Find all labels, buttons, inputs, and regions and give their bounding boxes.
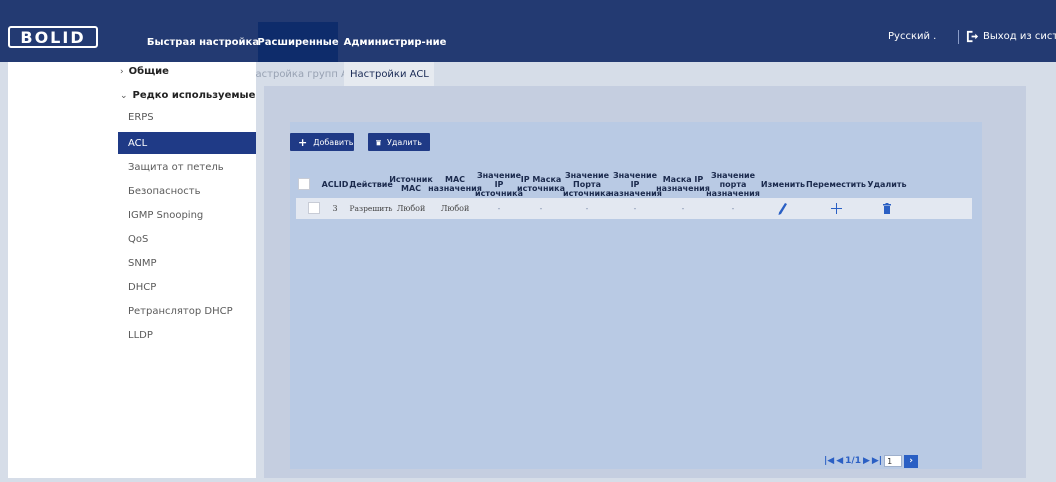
page-frame-right	[1046, 62, 1056, 482]
logout-icon	[966, 30, 979, 43]
delete-button[interactable]: Удалить	[368, 133, 430, 151]
sidebar-group-label: Редко используемые	[132, 90, 256, 101]
logout-label: Выход из систем	[983, 31, 1056, 42]
col-delete: Удалить	[867, 179, 907, 189]
col-action: Действие	[349, 179, 393, 189]
cell-src-ip: -	[497, 203, 501, 213]
last-page-icon[interactable]: ▶|	[872, 456, 882, 466]
main-content: Настройка групп ACL Настройки ACL + Доба…	[256, 62, 1046, 478]
cell-src-mac: Любой	[396, 203, 426, 213]
sidebar-item-dhcp[interactable]: DHCP	[118, 276, 256, 298]
acl-panel: + Добавить Удалить ACLID Действие Источн…	[264, 86, 1026, 478]
sidebar-item-dhcp-relay[interactable]: Ретранслятор DHCP	[118, 300, 256, 322]
col-dst-port: Значение порта назначения	[706, 170, 760, 198]
col-src-mask: IP Маска источника	[517, 175, 565, 193]
edit-button[interactable]	[758, 198, 808, 219]
top-bar: BOLID Быстрая настройка Расширенные Адми…	[0, 0, 1056, 62]
cell-dst-port: -	[731, 203, 735, 213]
tab-label: Настройка групп ACL	[256, 68, 344, 80]
col-edit: Изменить	[760, 179, 806, 189]
cell-dst-ip: -	[633, 203, 637, 213]
col-src-mac: Источник MAC	[389, 175, 433, 193]
chevron-right-icon: ›	[909, 456, 913, 466]
sidebar-item-acl[interactable]: ACL	[118, 132, 256, 154]
cell-src-mask: -	[539, 203, 543, 213]
col-dst-ip: Значение IP назначения	[608, 170, 662, 198]
sidebar-item-lldp[interactable]: LLDP	[118, 324, 256, 346]
sidebar: › Общие ⌄ Редко используемые ERPS ACL Защи…	[8, 62, 256, 478]
col-dst-mac: MAC назначения	[428, 175, 482, 193]
cell-dst-mac: Любой	[440, 203, 470, 213]
tab-acl-groups[interactable]: Настройка групп ACL	[256, 62, 344, 86]
table-row: 3 Разрешить Любой Любой - - - - - -	[296, 198, 972, 219]
col-move: Переместить	[806, 179, 866, 189]
tab-acl-settings[interactable]: Настройки ACL	[344, 62, 434, 86]
sidebar-group-general[interactable]: › Общие	[120, 66, 169, 77]
add-button-label: Добавить	[313, 137, 354, 147]
page-frame-bottom	[0, 478, 1056, 482]
cell-src-port: -	[585, 203, 589, 213]
language-select[interactable]: Русский .	[888, 31, 936, 42]
sidebar-group-rarely-used[interactable]: ⌄ Редко используемые	[120, 90, 255, 101]
page-input[interactable]: 1	[884, 455, 903, 467]
pagination: |◀ ◀ 1/1 ▶ ▶| 1 ›	[824, 454, 919, 468]
go-page-button[interactable]: ›	[904, 454, 919, 468]
chevron-down-icon: ⌄	[120, 91, 128, 101]
tab-bar: Настройка групп ACL Настройки ACL	[256, 62, 1046, 86]
chevron-right-icon: ›	[120, 67, 124, 77]
sidebar-item-igmp-snooping[interactable]: IGMP Snooping	[118, 204, 256, 226]
sidebar-item-security[interactable]: Безопасность	[118, 180, 256, 202]
col-dst-mask: Маска IP назначения	[656, 175, 710, 193]
sidebar-item-snmp[interactable]: SNMP	[118, 252, 256, 274]
col-src-ip: Значение IP источника	[475, 170, 523, 198]
move-icon	[830, 203, 842, 214]
nav-advanced[interactable]: Расширенные	[257, 22, 339, 62]
bolid-logo: BOLID	[8, 26, 98, 48]
cell-action: Разрешить	[349, 203, 393, 213]
table-header: ACLID Действие Источник MAC MAC назначен…	[296, 170, 972, 198]
delete-row-button[interactable]	[864, 198, 910, 219]
plus-icon: +	[298, 135, 308, 149]
sidebar-item-qos[interactable]: QoS	[118, 228, 256, 250]
select-all-checkbox[interactable]	[298, 178, 310, 190]
page-count: 1/1	[845, 456, 861, 466]
page-frame-left	[0, 62, 8, 482]
sidebar-item-erps[interactable]: ERPS	[118, 106, 256, 128]
prev-page-icon[interactable]: ◀	[836, 456, 843, 466]
trash-icon	[376, 139, 381, 145]
sidebar-group-label: Общие	[128, 66, 169, 77]
cell-dst-mask: -	[681, 203, 685, 213]
nav-administration[interactable]: Администрир-ние	[340, 22, 450, 62]
logout-button[interactable]: Выход из систем	[966, 30, 1056, 43]
delete-button-label: Удалить	[387, 137, 422, 147]
pencil-icon	[778, 202, 787, 215]
col-aclid: ACLID	[321, 179, 349, 189]
trash-icon	[883, 203, 891, 214]
add-button[interactable]: + Добавить	[290, 133, 354, 151]
nav-quick-setup[interactable]: Быстрая настройка	[147, 22, 259, 62]
first-page-icon[interactable]: |◀	[824, 456, 834, 466]
sidebar-item-loop-protection[interactable]: Защита от петель	[118, 156, 256, 178]
col-src-port: Значение Порта источника	[563, 170, 611, 198]
next-page-icon[interactable]: ▶	[863, 456, 870, 466]
divider	[958, 30, 959, 44]
move-button[interactable]	[808, 198, 864, 219]
cell-aclid: 3	[332, 203, 338, 213]
